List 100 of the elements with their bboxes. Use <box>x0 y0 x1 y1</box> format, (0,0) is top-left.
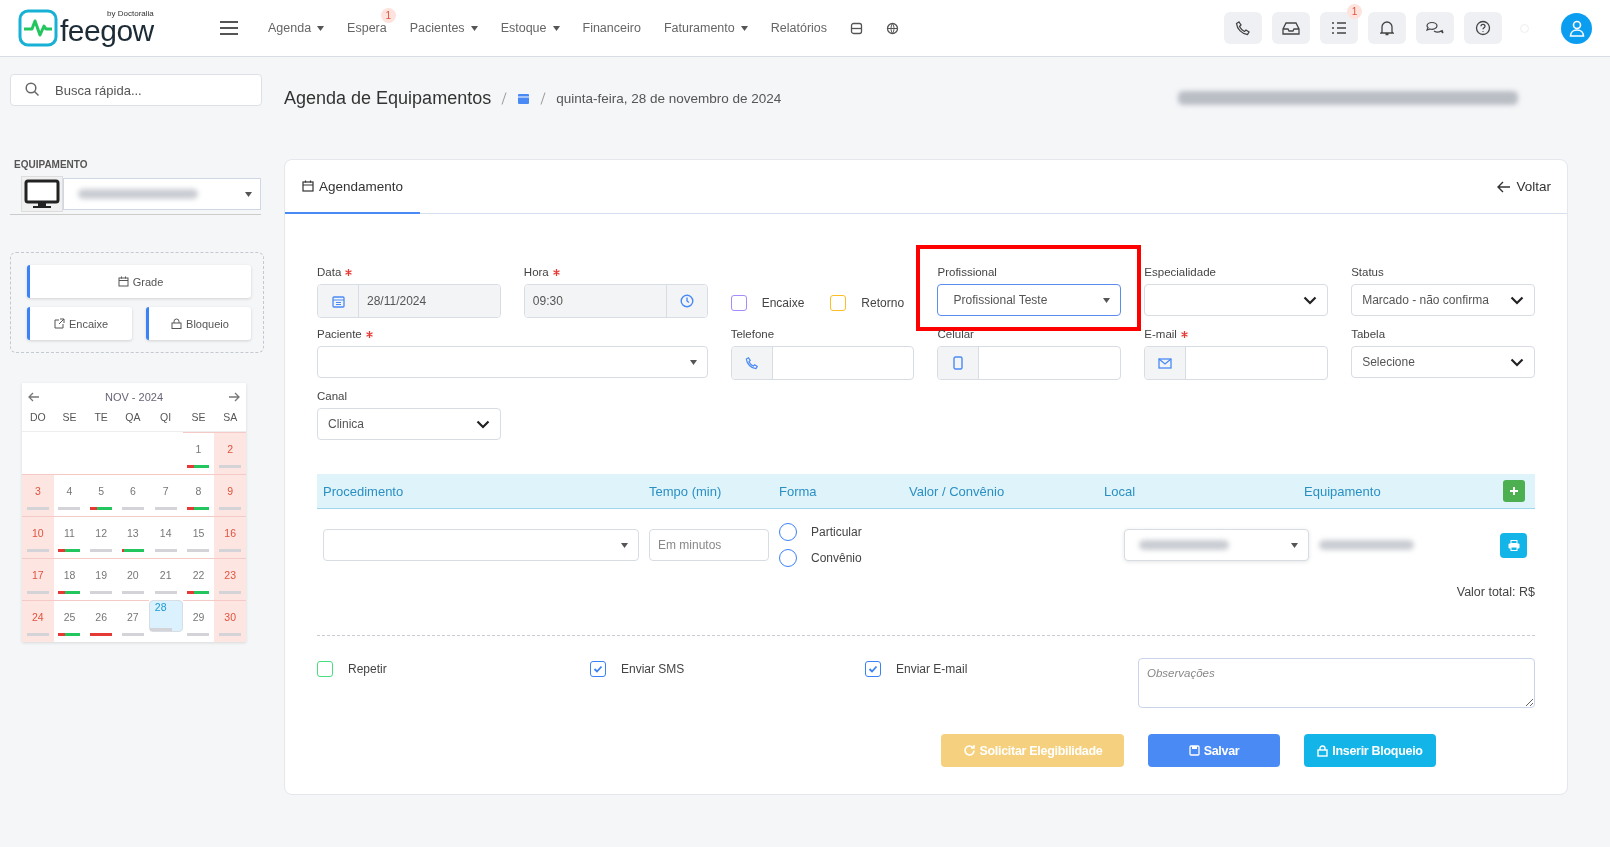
inbox-button[interactable] <box>1272 12 1310 44</box>
channel-select[interactable]: Clinica <box>317 408 501 440</box>
chevron-down-icon <box>1303 295 1318 305</box>
weekday-label: QI <box>148 407 183 432</box>
sidebar-button[interactable]: Bloqueio <box>146 307 251 340</box>
list-icon <box>1331 21 1347 35</box>
time-field[interactable]: 09:30 <box>523 284 708 318</box>
calendar-icon <box>331 294 345 308</box>
calendar-day[interactable]: 17 <box>22 558 54 600</box>
back-link[interactable]: Voltar <box>1481 160 1567 213</box>
calendar-day[interactable]: 27 <box>117 600 149 642</box>
caret-icon <box>1103 297 1111 303</box>
next-month-arrow-icon[interactable] <box>228 392 240 402</box>
calendar-day[interactable]: 2 <box>214 432 246 474</box>
checkbox-label: Enviar E-mail <box>896 662 968 676</box>
checkbox[interactable] <box>317 661 333 677</box>
calendar-day[interactable]: 23 <box>214 558 246 600</box>
sidebar-button[interactable]: Encaixe <box>27 307 132 340</box>
calendar-day[interactable]: 10 <box>22 516 54 558</box>
external-link-icon <box>53 318 65 329</box>
calendar-day[interactable]: 30 <box>214 600 246 642</box>
user-icon <box>1567 19 1586 37</box>
nav-link[interactable]: Financeiro <box>582 21 641 35</box>
tab[interactable]: Agendamento <box>285 160 421 214</box>
field-label: Paciente <box>317 328 362 340</box>
status-select[interactable]: Marcado - não confirma <box>1351 284 1535 316</box>
column-header: Forma <box>779 483 818 499</box>
refresh-icon <box>962 744 976 757</box>
nav-link[interactable]: Espera <box>347 21 387 35</box>
email-field[interactable] <box>1144 346 1329 380</box>
date-field[interactable]: 28/11/2024 <box>317 284 501 318</box>
calendar-day[interactable]: 12 <box>85 516 117 558</box>
add-button[interactable] <box>1503 480 1525 502</box>
calendar-day[interactable]: 18 <box>53 558 86 600</box>
calendar-day[interactable]: 19 <box>85 558 117 600</box>
column-header: Procedimento <box>323 483 405 499</box>
mobile-field[interactable] <box>937 346 1122 380</box>
section-label: EQUIPAMENTO <box>14 159 89 170</box>
notes-field[interactable]: Observações <box>1138 658 1535 708</box>
nav-link[interactable]: Relatórios <box>770 21 828 35</box>
calendar-day[interactable]: 28 <box>148 600 183 632</box>
field-label: Tabela <box>1351 328 1386 340</box>
user-avatar[interactable] <box>1561 12 1592 44</box>
calendar-day[interactable]: 26 <box>85 600 117 642</box>
total-label: Valor total: R$ <box>317 585 1535 636</box>
calendar-day[interactable]: 14 <box>148 516 183 558</box>
weekday-label: SE <box>53 407 86 432</box>
notifications-button[interactable] <box>1368 12 1406 44</box>
radio-label: Particular <box>811 525 862 539</box>
lock-icon <box>1317 744 1329 757</box>
calendar-day[interactable]: 9 <box>214 474 246 516</box>
chevron-down-icon <box>1510 295 1524 305</box>
calendar-day[interactable]: 5 <box>85 474 117 516</box>
help-button[interactable] <box>1464 12 1502 44</box>
caret-icon <box>245 191 252 197</box>
checkbox[interactable] <box>830 295 847 311</box>
professional-select[interactable]: Profissional Teste <box>937 284 1122 316</box>
calendar-day[interactable]: 4 <box>53 474 86 516</box>
radio-label: Convênio <box>811 551 862 565</box>
sidebar-button[interactable]: Grade <box>27 265 251 298</box>
calendar-day[interactable]: 6 <box>117 474 149 516</box>
calendar-day[interactable]: 11 <box>53 516 86 558</box>
column-header: Valor / Convênio <box>909 483 1006 499</box>
calendar-day[interactable]: 13 <box>117 516 149 558</box>
menu-icon[interactable] <box>220 21 238 35</box>
search-field[interactable]: Busca rápida... <box>10 74 262 106</box>
checkbox[interactable] <box>865 661 881 677</box>
calendar-day[interactable]: 3 <box>22 474 54 516</box>
checkbox[interactable] <box>730 295 747 311</box>
checkbox-label: Enviar SMS <box>621 662 685 676</box>
breadcrumb-separator <box>501 91 508 105</box>
breadcrumb-date: quinta-feira, 28 de novembro de 2024 <box>556 90 782 106</box>
save-button[interactable]: Salvar <box>1148 734 1280 767</box>
search-icon <box>25 82 40 97</box>
weekday-label: SE <box>182 407 215 432</box>
print-button[interactable] <box>1500 532 1527 558</box>
calendar-day[interactable]: 16 <box>214 516 246 558</box>
calendar-day[interactable]: 24 <box>22 600 54 642</box>
globe-icon[interactable] <box>886 21 900 35</box>
help-icon <box>1475 20 1491 36</box>
checkbox[interactable] <box>590 661 606 677</box>
phone-field[interactable] <box>730 346 915 380</box>
nav-link[interactable]: Estoque <box>500 21 547 35</box>
previous-month-arrow-icon[interactable] <box>28 392 40 402</box>
table-select[interactable]: Selecione <box>1351 346 1535 378</box>
inbox-icon <box>1282 21 1300 35</box>
chat-button[interactable] <box>1416 12 1454 44</box>
phone-button[interactable] <box>1224 12 1262 44</box>
logo-icon <box>18 9 58 47</box>
calendar-day[interactable]: 20 <box>117 558 149 600</box>
calendar-day[interactable]: 7 <box>148 474 183 516</box>
nav-link[interactable]: Faturamento <box>663 21 735 35</box>
nav-link[interactable]: Pacientes <box>409 21 465 35</box>
minutes-field[interactable]: Em minutos <box>649 529 769 561</box>
check-icon <box>868 664 878 674</box>
calendar-day[interactable]: 25 <box>53 600 86 642</box>
weekday-label: TE <box>85 407 117 432</box>
nav-link[interactable]: Agenda <box>268 21 312 35</box>
logo-byline: by Doctoralia <box>107 10 154 18</box>
count-badge: 1 <box>380 8 396 23</box>
